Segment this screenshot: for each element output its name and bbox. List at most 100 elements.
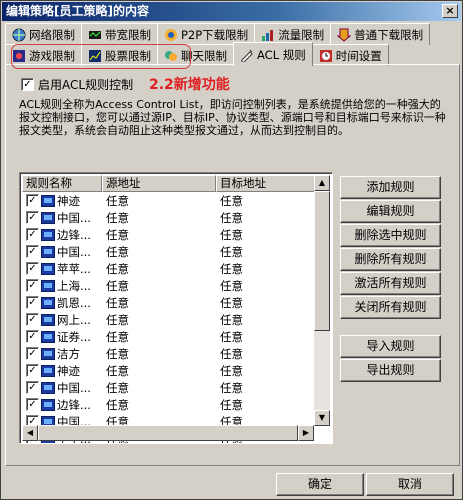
table-row[interactable]: ✓ 证券... 任意 任意 [22,328,316,345]
rule-name-cell: ✓ 苹苹... [22,261,102,277]
cancel-button[interactable]: 取消 [366,473,454,496]
rule-enabled-checkbox[interactable]: ✓ [26,211,39,224]
tab-time-settings[interactable]: 时间设置 [311,44,389,66]
source-address-cell: 任意 [106,193,129,208]
source-address-cell: 任意 [106,295,129,310]
tab-label: ACL 规则 [257,47,306,62]
rule-name: 凯恩... [57,295,91,310]
rule-enabled-checkbox[interactable]: ✓ [26,381,39,394]
table-row[interactable]: ✓ 中国... 任意 任意 [22,209,316,226]
column-source-address[interactable]: 源地址 [102,175,216,192]
rule-name: 中国... [57,380,91,395]
source-address-cell: 任意 [106,397,129,412]
rule-enabled-checkbox[interactable]: ✓ [26,313,39,326]
table-row[interactable]: ✓ 边锋... 任意 任意 [22,226,316,243]
download-icon [336,28,352,42]
rule-name: 证券... [57,329,91,344]
acl-description: ACL规则全称为Access Control List，即访问控制列表，是系统提… [19,98,446,137]
edit-rule-button[interactable]: 编辑规则 [340,200,441,223]
target-address-cell: 任意 [220,346,243,361]
rule-name: 边锋... [57,397,91,412]
source-address-cell: 任意 [106,329,129,344]
horizontal-scrollbar[interactable]: ◀ ▶ [22,425,314,441]
scroll-thumb[interactable] [314,191,330,331]
delete-all-button[interactable]: 删除所有规则 [340,248,441,271]
tab-label: 流量限制 [278,27,325,42]
tab-network-limit[interactable]: 网络限制 [5,23,82,45]
table-row[interactable]: ✓ 上海... 任意 任意 [22,277,316,294]
export-rules-button[interactable]: 导出规则 [340,359,441,382]
traffic-icon [261,28,275,42]
table-row[interactable]: ✓ 神迹 任意 任意 [22,362,316,379]
rule-enabled-checkbox[interactable]: ✓ [26,279,39,292]
rule-name: 上海... [57,278,91,293]
rule-name: 中国... [57,244,91,259]
rule-name: 苹苹... [57,261,91,276]
add-rule-button[interactable]: 添加规则 [340,176,441,199]
clock-icon [319,49,333,63]
ok-button[interactable]: 确定 [276,473,364,496]
source-address-cell: 任意 [106,210,129,225]
rule-name-cell: ✓ 洁方 [22,346,102,362]
rule-enabled-checkbox[interactable]: ✓ [26,347,39,360]
rule-enabled-checkbox[interactable]: ✓ [26,262,39,275]
activate-all-button[interactable]: 激活所有规则 [340,272,441,295]
target-address-cell: 任意 [220,193,243,208]
source-address-cell: 任意 [106,346,129,361]
target-address-cell: 任意 [220,227,243,242]
enable-acl-row[interactable]: ✓ 启用ACL规则控制 [21,76,133,93]
table-row[interactable]: ✓ 洁方 任意 任意 [22,345,316,362]
table-row[interactable]: ✓ 网上... 任意 任意 [22,311,316,328]
rule-enabled-checkbox[interactable]: ✓ [26,364,39,377]
table-row[interactable]: ✓ 苹苹... 任意 任意 [22,260,316,277]
scroll-right-button[interactable]: ▶ [298,425,314,441]
import-rules-button[interactable]: 导入规则 [340,335,441,358]
table-row[interactable]: ✓ 中国... 任意 任意 [22,243,316,260]
tab-download-limit[interactable]: 普通下载限制 [330,23,431,45]
column-rule-name[interactable]: 规则名称 [22,175,102,192]
table-row[interactable]: ✓ 凯恩... 任意 任意 [22,294,316,311]
rule-enabled-checkbox[interactable]: ✓ [26,194,39,207]
acl-rules-list[interactable]: 规则名称 源地址 目标地址 ✓ 神迹 任意 任意 ✓ 中国... 任意 任意 ✓ 边锋... 任意任… [19,172,333,444]
scroll-down-button[interactable]: ▼ [314,410,330,426]
delete-selected-button[interactable]: 删除选中规则 [340,224,441,247]
close-button[interactable]: × [442,4,458,18]
target-address-cell: 任意 [220,261,243,276]
target-address-cell: 任意 [220,380,243,395]
rule-name: 洁方 [57,346,80,361]
list-rows: ✓ 神迹 任意 任意 ✓ 中国... 任意 任意 ✓ 边锋... 任意 任意 ✓ 中国... 任意 任意 ✓ 苹苹… [22,192,316,443]
target-address-cell: 任意 [220,295,243,310]
rule-enabled-checkbox[interactable]: ✓ [26,228,39,241]
enable-acl-checkbox[interactable]: ✓ [21,78,34,91]
policy-edit-dialog: 编辑策略[员工策略]的内容 × 网络限制 带宽限制 P2P下载限制 流量限制 普… [0,0,463,500]
close-all-button[interactable]: 关闭所有规则 [340,296,441,319]
rule-icon [41,279,55,292]
rule-enabled-checkbox[interactable]: ✓ [26,296,39,309]
table-row[interactable]: ✓ 神迹 任意 任意 [22,192,316,209]
rule-name-cell: ✓ 中国... [22,244,102,260]
vertical-scrollbar[interactable]: ▲ ▼ [314,175,330,426]
target-address-cell: 任意 [220,312,243,327]
rule-icon [41,330,55,343]
rule-icon [41,381,55,394]
rule-name-cell: ✓ 网上... [22,312,102,328]
rule-icon [41,194,55,207]
scroll-thumb-horizontal[interactable] [38,425,298,441]
tab-label: P2P下载限制 [181,27,249,42]
scroll-left-button[interactable]: ◀ [22,425,38,441]
tab-acl-rules[interactable]: ACL 规则 [233,42,313,66]
rule-enabled-checkbox[interactable]: ✓ [26,398,39,411]
rule-name: 神迹 [57,363,80,378]
rule-enabled-checkbox[interactable]: ✓ [26,245,39,258]
scroll-up-button[interactable]: ▲ [314,175,330,191]
rule-enabled-checkbox[interactable]: ✓ [26,330,39,343]
tab-row-1: 网络限制 带宽限制 P2P下载限制 流量限制 普通下载限制 [5,23,431,45]
rule-icon [41,262,55,275]
source-address-cell: 任意 [106,312,129,327]
column-target-address[interactable]: 目标地址 [216,175,316,192]
table-row[interactable]: ✓ 中国... 任意 任意 [22,379,316,396]
tab-bandwidth-limit[interactable]: 带宽限制 [81,23,158,45]
table-row[interactable]: ✓ 边锋... 任意 任意 [22,396,316,413]
list-header: 规则名称 源地址 目标地址 [22,175,316,192]
rule-name-cell: ✓ 证券... [22,329,102,345]
